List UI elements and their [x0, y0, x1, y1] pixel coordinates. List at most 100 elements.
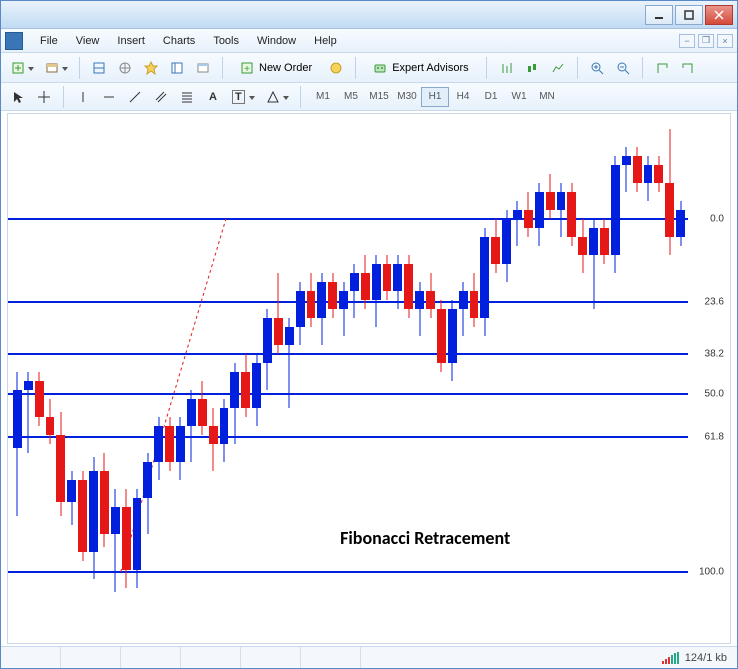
candle [78, 471, 87, 561]
statusbar-cell [1, 647, 61, 668]
vertical-line-button[interactable] [72, 86, 94, 108]
new-chart-button[interactable] [7, 57, 37, 79]
candle [415, 282, 424, 336]
timeframe-h1[interactable]: H1 [421, 87, 449, 107]
shapes-button[interactable] [262, 86, 292, 108]
favorites-button[interactable] [140, 57, 162, 79]
candle [285, 318, 294, 408]
timeframe-m5[interactable]: M5 [337, 87, 365, 107]
candle [328, 273, 337, 318]
statusbar-cell [61, 647, 121, 668]
candle [676, 201, 685, 246]
fib-label-50.0: 50.0 [705, 389, 724, 400]
expert-advisors-button[interactable]: Expert Advisors [364, 57, 477, 79]
candle [46, 399, 55, 444]
fib-line-38.2[interactable] [8, 353, 688, 355]
candle [296, 282, 305, 345]
statusbar-cell [241, 647, 301, 668]
chart-shift-button[interactable] [677, 57, 699, 79]
timeframe-mn[interactable]: MN [533, 87, 561, 107]
menu-tools[interactable]: Tools [204, 32, 248, 50]
candle [491, 219, 500, 273]
menu-insert[interactable]: Insert [108, 32, 154, 50]
navigator-button[interactable] [114, 57, 136, 79]
text-button[interactable]: A [202, 86, 224, 108]
cursor-button[interactable] [7, 86, 29, 108]
fib-label-0.0: 0.0 [710, 213, 724, 224]
line-chart-button[interactable] [547, 57, 569, 79]
svg-text:+: + [244, 64, 250, 75]
mdi-restore-button[interactable]: ❐ [698, 34, 714, 48]
autotrading-button[interactable] [325, 57, 347, 79]
chart-area[interactable]: 0.023.638.250.061.8100.0Fibonacci Retrac… [7, 113, 731, 644]
market-watch-button[interactable] [88, 57, 110, 79]
candle [361, 255, 370, 309]
maximize-button[interactable] [675, 5, 703, 25]
autoscroll-button[interactable] [651, 57, 673, 79]
horizontal-line-button[interactable] [98, 86, 120, 108]
candle [633, 147, 642, 192]
candle [209, 408, 218, 471]
menu-file[interactable]: File [31, 32, 67, 50]
candle [665, 129, 674, 255]
menu-view[interactable]: View [67, 32, 109, 50]
candle [535, 183, 544, 246]
data-window-button[interactable] [166, 57, 188, 79]
candle [654, 156, 663, 192]
timeframe-w1[interactable]: W1 [505, 87, 533, 107]
fib-line-50.0[interactable] [8, 393, 688, 395]
timeframe-h4[interactable]: H4 [449, 87, 477, 107]
timeframe-m15[interactable]: M15 [365, 87, 393, 107]
fib-label-23.6: 23.6 [705, 297, 724, 308]
expert-advisors-label: Expert Advisors [392, 62, 468, 74]
fibonacci-button[interactable] [176, 86, 198, 108]
candle [13, 372, 22, 516]
candle [307, 273, 316, 327]
chart-annotation: Fibonacci Retracement [340, 527, 510, 549]
mdi-minimize-button[interactable]: − [679, 34, 695, 48]
candle [111, 489, 120, 592]
timeframe-m1[interactable]: M1 [309, 87, 337, 107]
profiles-button[interactable] [41, 57, 71, 79]
fib-line-23.6[interactable] [8, 301, 688, 303]
timeframe-d1[interactable]: D1 [477, 87, 505, 107]
close-button[interactable] [705, 5, 733, 25]
candle [176, 417, 185, 480]
new-order-button[interactable]: + New Order [231, 57, 321, 79]
candle [611, 156, 620, 273]
candle [622, 147, 631, 192]
candle [198, 381, 207, 435]
candle [35, 372, 44, 426]
crosshair-button[interactable] [33, 86, 55, 108]
menu-help[interactable]: Help [305, 32, 346, 50]
bar-chart-button[interactable] [495, 57, 517, 79]
candle [459, 282, 468, 336]
fib-line-61.8[interactable] [8, 436, 688, 438]
candle [404, 255, 413, 318]
equidistant-channel-button[interactable] [150, 86, 172, 108]
candle [567, 183, 576, 246]
candle [393, 255, 402, 309]
terminal-button[interactable] [192, 57, 214, 79]
expert-advisors-icon [373, 61, 387, 75]
zoom-in-button[interactable] [586, 57, 608, 79]
app-window: File View Insert Charts Tools Window Hel… [0, 0, 738, 669]
menubar: File View Insert Charts Tools Window Hel… [1, 29, 737, 53]
minimize-button[interactable] [645, 5, 673, 25]
candle [589, 219, 598, 309]
trendline-button[interactable] [124, 86, 146, 108]
menu-window[interactable]: Window [248, 32, 305, 50]
candle [513, 201, 522, 246]
mdi-close-button[interactable]: × [717, 34, 733, 48]
candle [448, 300, 457, 381]
timeframe-m30[interactable]: M30 [393, 87, 421, 107]
text-label-button[interactable]: T [228, 86, 258, 108]
candle [383, 255, 392, 300]
candle [220, 399, 229, 462]
menu-charts[interactable]: Charts [154, 32, 204, 50]
fib-label-38.2: 38.2 [705, 348, 724, 359]
candle-chart-button[interactable] [521, 57, 543, 79]
statusbar: 124/1 kb [1, 646, 737, 668]
candle [557, 183, 566, 237]
zoom-out-button[interactable] [612, 57, 634, 79]
